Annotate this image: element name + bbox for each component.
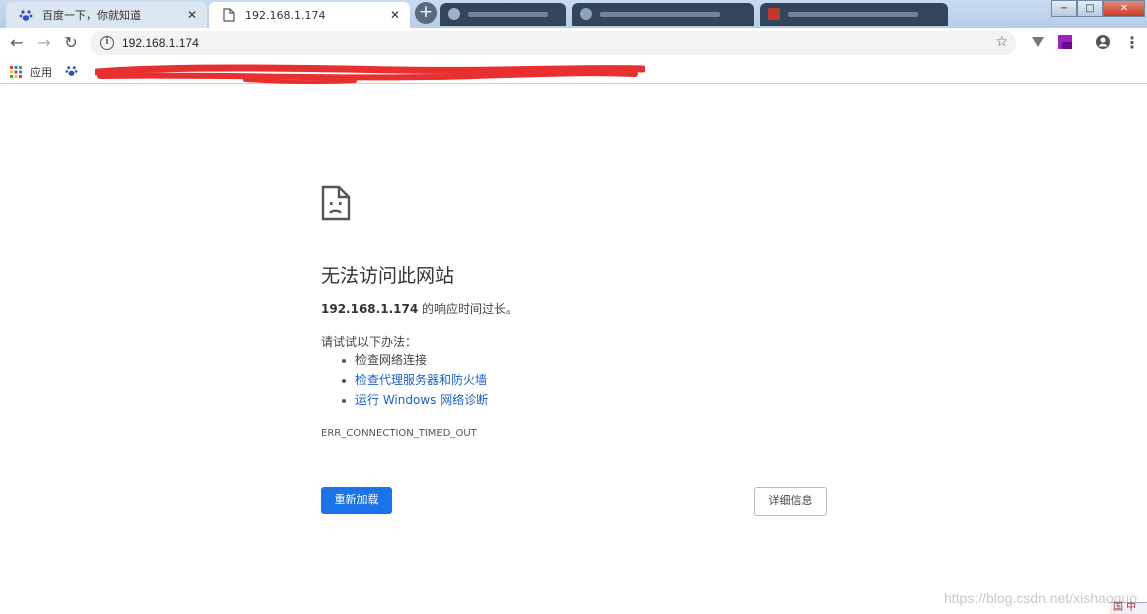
blurred-tab[interactable] — [572, 3, 754, 26]
suggestion-list: 检查网络连接 检查代理服务器和防火墙 运行 Windows 网络诊断 — [340, 352, 488, 412]
baidu-paw-icon — [65, 66, 78, 76]
menu-button[interactable]: ⋮ — [1121, 33, 1143, 53]
details-button[interactable]: 详细信息 — [754, 487, 827, 516]
apps-grid-icon — [10, 66, 22, 78]
error-heading: 无法访问此网站 — [321, 265, 455, 287]
window-close-button[interactable]: ✕ — [1103, 0, 1145, 17]
error-code: ERR_CONNECTION_TIMED_OUT — [321, 428, 477, 439]
new-tab-button[interactable]: + — [415, 2, 437, 24]
account-circle-icon[interactable] — [1095, 34, 1111, 50]
title-bar: 百度一下，你就知道 ✕ 192.168.1.174 ✕ + − □ ✕ — [0, 0, 1147, 28]
tab-close-button[interactable]: ✕ — [183, 8, 201, 22]
back-button[interactable]: ← — [6, 33, 28, 53]
tab-close-button[interactable]: ✕ — [386, 8, 404, 22]
error-host-suffix: 的响应时间过长。 — [418, 302, 518, 316]
reload-button-primary[interactable]: 重新加载 — [321, 487, 392, 514]
address-bar[interactable]: i ☆ — [90, 31, 1016, 55]
suggestion-check-network: 检查网络连接 — [340, 352, 488, 372]
suggestion-run-diagnostics-link[interactable]: 运行 Windows 网络诊断 — [340, 392, 488, 412]
blurred-tab[interactable] — [760, 3, 948, 26]
page-icon — [221, 7, 237, 23]
sad-page-icon — [321, 185, 351, 221]
extension-v-icon[interactable] — [1030, 34, 1046, 50]
baidu-paw-icon — [18, 7, 34, 23]
try-label: 请试试以下办法： — [321, 335, 418, 349]
taskbar-corner: 国 中 — [1109, 602, 1147, 614]
tab-title: 百度一下，你就知道 — [42, 9, 141, 22]
error-host: 192.168.1.174 — [321, 302, 419, 316]
forward-button[interactable]: → — [33, 33, 55, 53]
tab-baidu[interactable]: 百度一下，你就知道 ✕ — [6, 2, 207, 28]
redaction-scribble — [95, 64, 645, 84]
bookmark-baidu[interactable] — [65, 64, 78, 77]
blurred-tab[interactable] — [440, 3, 566, 26]
error-description: 192.168.1.174 的响应时间过长。 — [321, 300, 518, 317]
suggestion-check-proxy-link[interactable]: 检查代理服务器和防火墙 — [340, 372, 488, 392]
apps-shortcut[interactable]: 应用 — [10, 64, 52, 80]
extension-rp-icon[interactable] — [1057, 34, 1073, 50]
tab-title: 192.168.1.174 — [245, 8, 326, 22]
tab-current[interactable]: 192.168.1.174 ✕ — [209, 2, 410, 28]
window-controls: − □ ✕ — [1051, 0, 1145, 17]
url-input[interactable] — [122, 36, 822, 50]
apps-label: 应用 — [30, 66, 52, 79]
minimize-button[interactable]: − — [1051, 0, 1077, 17]
bookmark-star-icon[interactable]: ☆ — [995, 34, 1008, 50]
reload-button[interactable]: ↻ — [60, 33, 82, 53]
maximize-button[interactable]: □ — [1077, 0, 1103, 17]
error-page: 无法访问此网站 192.168.1.174 的响应时间过长。 请试试以下办法： … — [0, 85, 1147, 614]
browser-toolbar: ← → ↻ i ☆ ⋮ — [0, 28, 1147, 58]
site-info-icon[interactable]: i — [100, 36, 114, 50]
